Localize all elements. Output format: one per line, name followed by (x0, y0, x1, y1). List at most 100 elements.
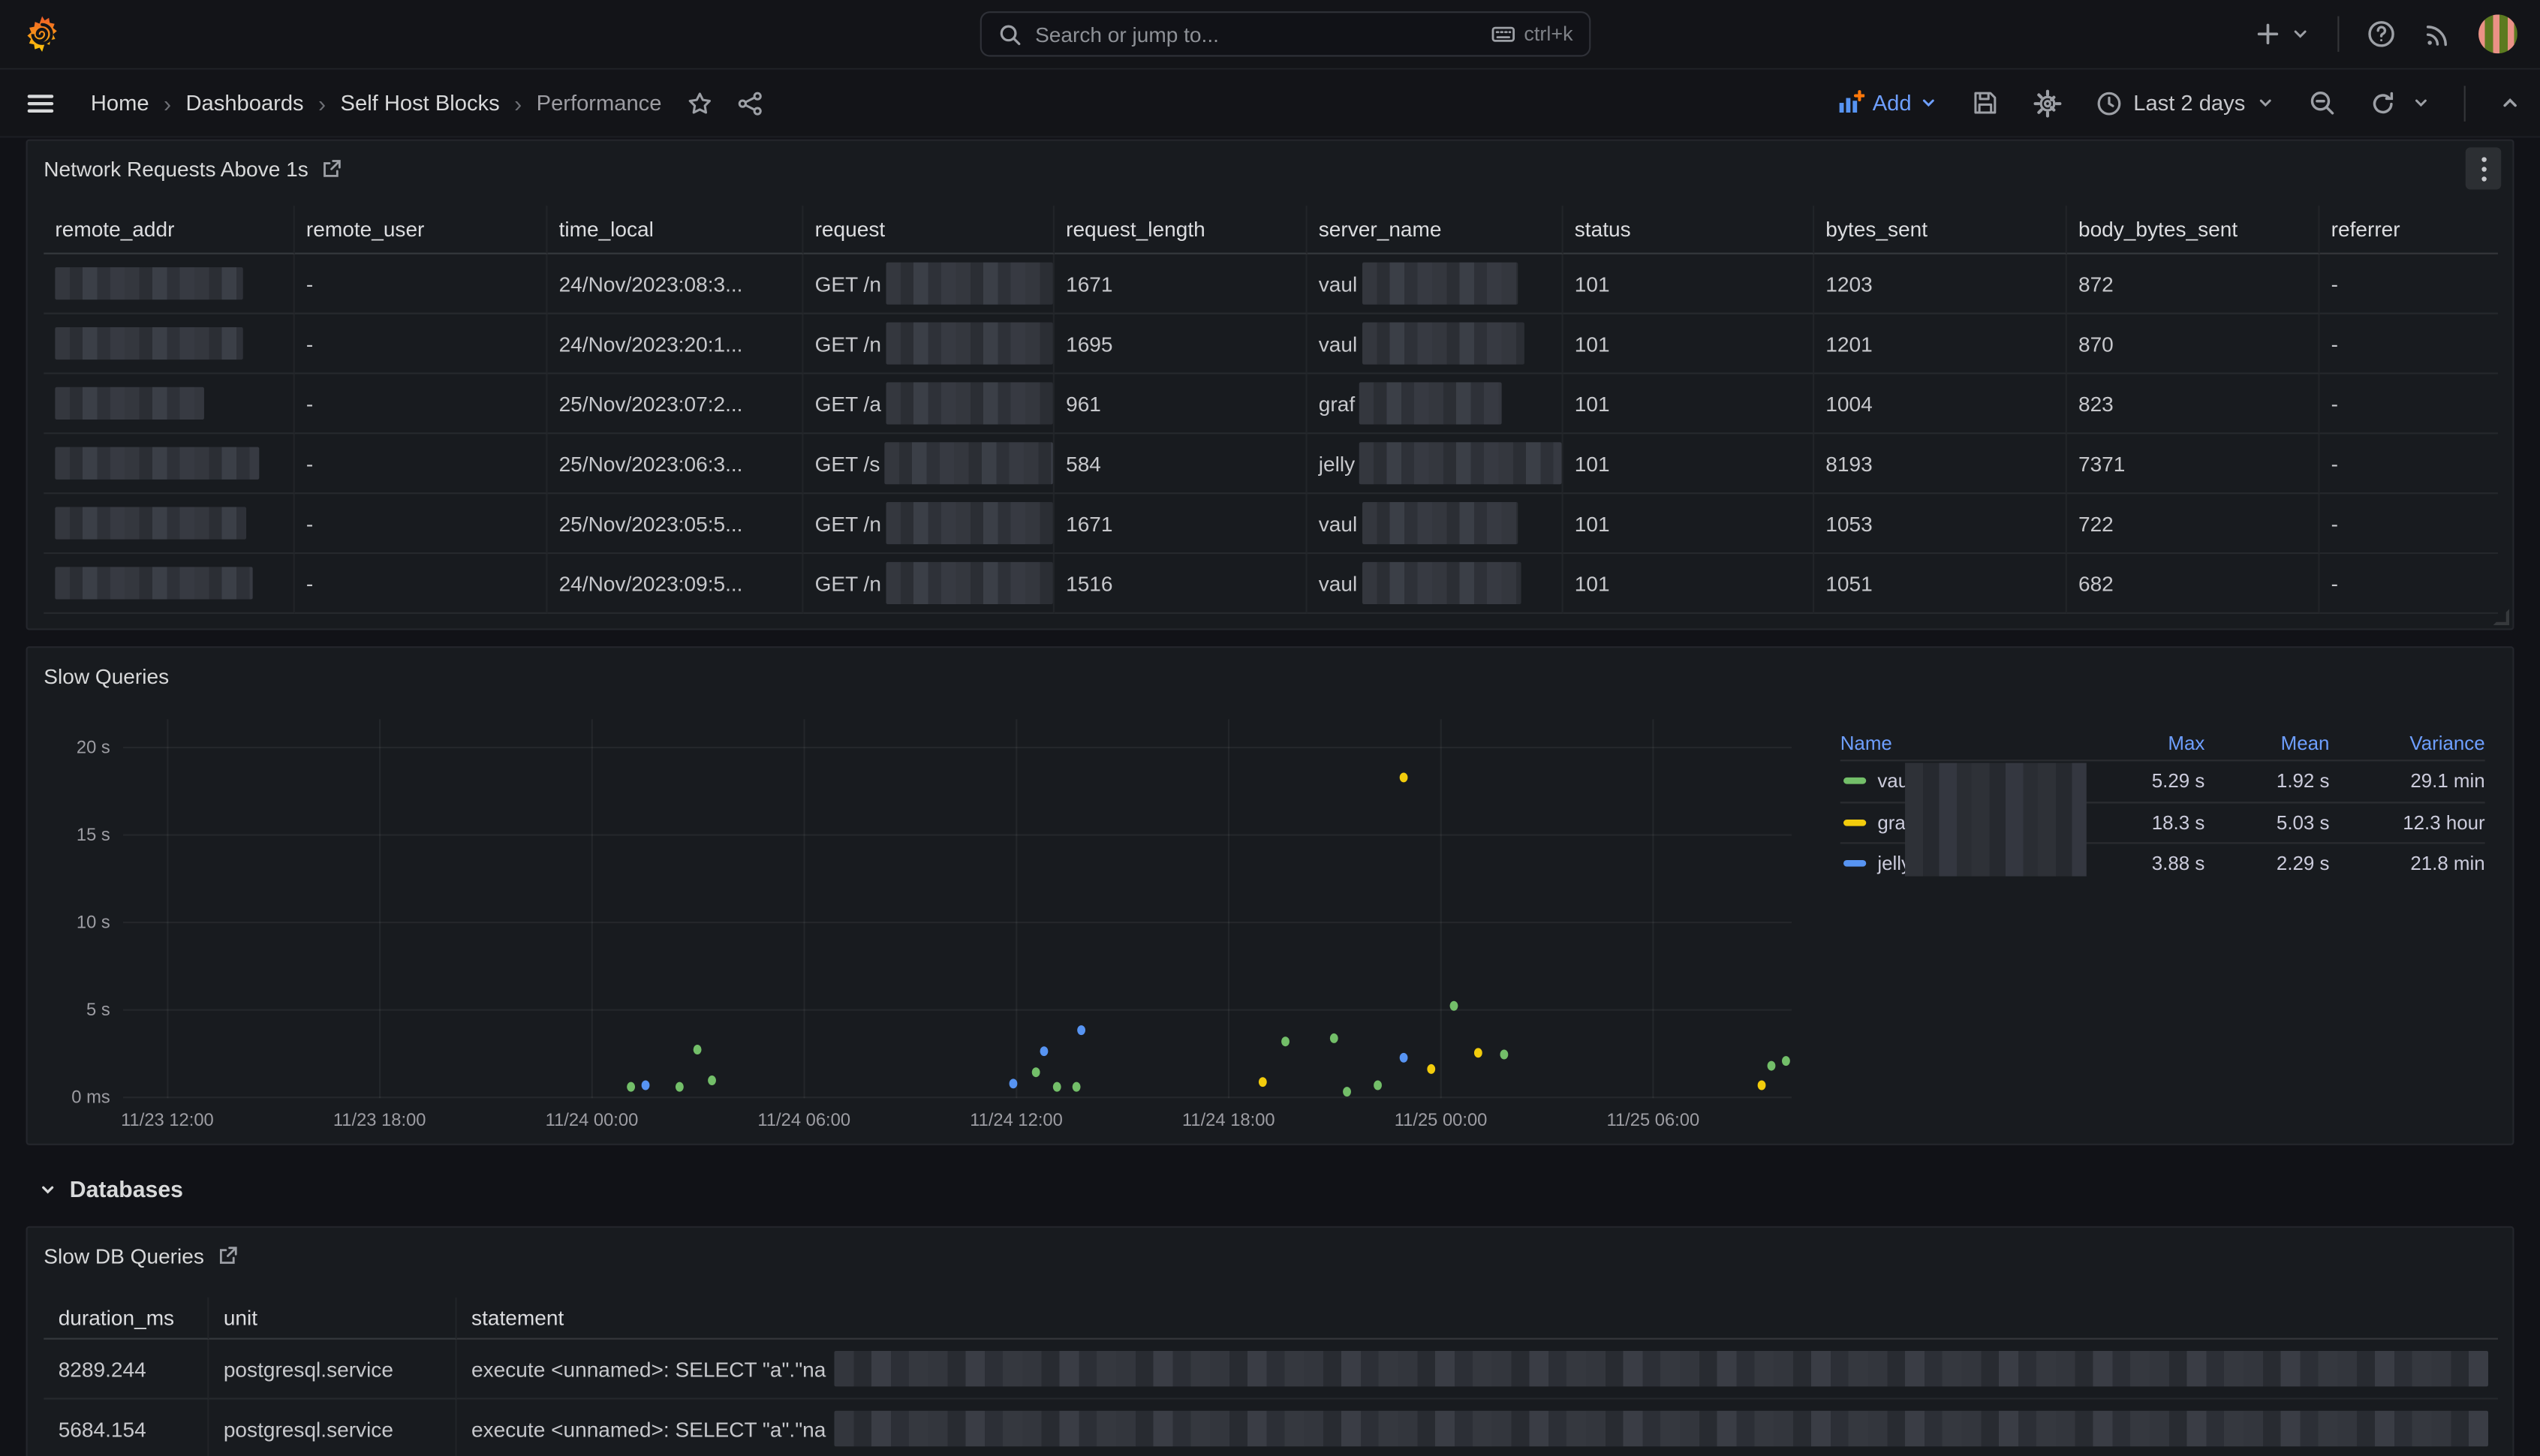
cell-time-local: 25/Nov/2023:07:2... (547, 375, 803, 435)
y-gridline (123, 1097, 1792, 1098)
share-icon[interactable] (738, 90, 764, 116)
x-gridline (1653, 719, 1654, 1098)
new-menu-button[interactable] (2255, 21, 2310, 47)
series-color-pill (1843, 778, 1866, 784)
legend-header-mean[interactable]: Mean (2204, 731, 2329, 754)
column-header[interactable]: time_local (547, 206, 803, 254)
column-header[interactable]: server_name (1308, 206, 1563, 254)
y-axis-label: 5 s (35, 1001, 110, 1021)
column-header[interactable]: request (803, 206, 1055, 254)
breadcrumb-folder[interactable]: Self Host Blocks (341, 91, 500, 115)
dashboard-settings-gear-icon[interactable] (2033, 89, 2062, 118)
clock-icon (2096, 90, 2123, 116)
legend-header-max[interactable]: Max (2075, 731, 2205, 754)
breadcrumb: Home › Dashboards › Self Host Blocks › P… (91, 90, 662, 116)
cell-body-bytes-sent: 722 (2067, 494, 2320, 554)
add-panel-button[interactable]: Add (1837, 89, 1937, 117)
time-range-picker[interactable]: Last 2 days (2096, 90, 2275, 116)
column-header[interactable]: remote_user (295, 206, 548, 254)
panel-header[interactable]: Network Requests Above 1s (28, 141, 2513, 196)
panel-header[interactable]: Slow DB Queries (28, 1228, 2513, 1283)
help-icon[interactable] (2367, 20, 2396, 49)
breadcrumb-dashboards[interactable]: Dashboards (186, 91, 304, 115)
panel-header[interactable]: Slow Queries (28, 648, 2513, 702)
scatter-point (1078, 1025, 1086, 1035)
menu-hamburger-icon[interactable] (26, 89, 56, 118)
y-gridline (123, 922, 1792, 923)
search-input[interactable]: Search or jump to... ctrl+k (980, 11, 1591, 56)
collapse-caret-up-icon[interactable] (2499, 92, 2520, 113)
scatter-point (1474, 1048, 1482, 1057)
cell-time-local: 24/Nov/2023:09:5... (547, 554, 803, 614)
scatter-point (1782, 1057, 1790, 1066)
breadcrumb-separator: › (514, 90, 522, 116)
x-axis-label: 11/23 12:00 (99, 1112, 235, 1131)
column-header[interactable]: request_length (1055, 206, 1308, 254)
cell-request-length: 1516 (1055, 554, 1308, 614)
cell-time-local: 25/Nov/2023:06:3... (547, 434, 803, 494)
row-section-label: Databases (70, 1176, 183, 1202)
slow-queries-scatter-plot[interactable]: 0 ms5 s10 s15 s20 s11/23 12:0011/23 18:0… (123, 719, 1792, 1098)
cell-body-bytes-sent: 870 (2067, 314, 2320, 375)
legend-max-value: 3.88 s (2075, 853, 2205, 875)
column-header[interactable]: remote_addr (44, 206, 295, 254)
cell-referrer: - (2320, 314, 2498, 375)
divider (2337, 17, 2339, 52)
cell-body-bytes-sent: 823 (2067, 375, 2320, 435)
grafana-logo-icon[interactable] (23, 14, 62, 53)
cell-bytes-sent: 1051 (1814, 554, 2067, 614)
chevron-down-icon (2256, 94, 2274, 112)
x-axis-label: 11/25 06:00 (1585, 1112, 1721, 1131)
news-rss-icon[interactable] (2424, 20, 2451, 48)
cell-bytes-sent: 1201 (1814, 314, 2067, 375)
star-favorite-icon[interactable] (688, 90, 714, 116)
cell-statement: execute <unnamed>: SELECT "a"."na (457, 1340, 2498, 1400)
external-link-icon[interactable] (217, 1245, 238, 1266)
scatter-point (1373, 1081, 1381, 1090)
top-navigation-bar: Search or jump to... ctrl+k (0, 0, 2540, 70)
cell-bytes-sent: 8193 (1814, 434, 2067, 494)
column-header[interactable]: referrer (2320, 206, 2498, 254)
cell-server-name: vaul (1308, 554, 1563, 614)
cell-remote-addr (44, 554, 295, 614)
cell-request-length: 1671 (1055, 494, 1308, 554)
external-link-icon[interactable] (321, 158, 342, 179)
save-dashboard-icon[interactable] (1971, 89, 1999, 117)
legend-header-variance[interactable]: Variance (2329, 731, 2484, 754)
column-header[interactable]: status (1563, 206, 1815, 254)
breadcrumb-home[interactable]: Home (91, 91, 149, 115)
column-header[interactable]: statement (457, 1298, 2498, 1340)
y-gridline (123, 747, 1792, 748)
cell-request-length: 1671 (1055, 254, 1308, 314)
x-gridline (804, 719, 805, 1098)
scatter-point (1427, 1064, 1435, 1074)
breadcrumb-current: Performance (537, 91, 662, 115)
refresh-icon[interactable] (2370, 90, 2396, 116)
scatter-point (1399, 773, 1407, 783)
redacted-statement (834, 1411, 2488, 1446)
cell-server-name: vaul (1308, 314, 1563, 375)
cell-referrer: - (2320, 375, 2498, 435)
user-avatar[interactable] (2478, 14, 2517, 53)
cell-remote-user: - (295, 375, 548, 435)
scatter-point (708, 1075, 716, 1085)
column-header[interactable]: body_bytes_sent (2067, 206, 2320, 254)
plus-icon (2255, 21, 2281, 47)
scatter-point (1343, 1087, 1351, 1097)
cell-status: 101 (1563, 434, 1815, 494)
cell-remote-user: - (295, 254, 548, 314)
x-axis-label: 11/23 18:00 (311, 1112, 447, 1131)
zoom-out-time-icon[interactable] (2308, 89, 2336, 117)
cell-request: GET /n (803, 494, 1055, 554)
legend-header-name[interactable]: Name (1840, 731, 2075, 754)
chevron-down-icon (39, 1180, 57, 1198)
panel-menu-kebab-icon[interactable] (2466, 147, 2501, 189)
row-section-databases[interactable]: Databases (39, 1169, 183, 1208)
cell-remote-user: - (295, 434, 548, 494)
column-header[interactable]: bytes_sent (1814, 206, 2067, 254)
scatter-point (676, 1082, 684, 1092)
cell-bytes-sent: 1203 (1814, 254, 2067, 314)
column-header[interactable]: unit (209, 1298, 456, 1340)
refresh-interval-chevron-icon[interactable] (2412, 94, 2430, 112)
column-header[interactable]: duration_ms (44, 1298, 209, 1340)
